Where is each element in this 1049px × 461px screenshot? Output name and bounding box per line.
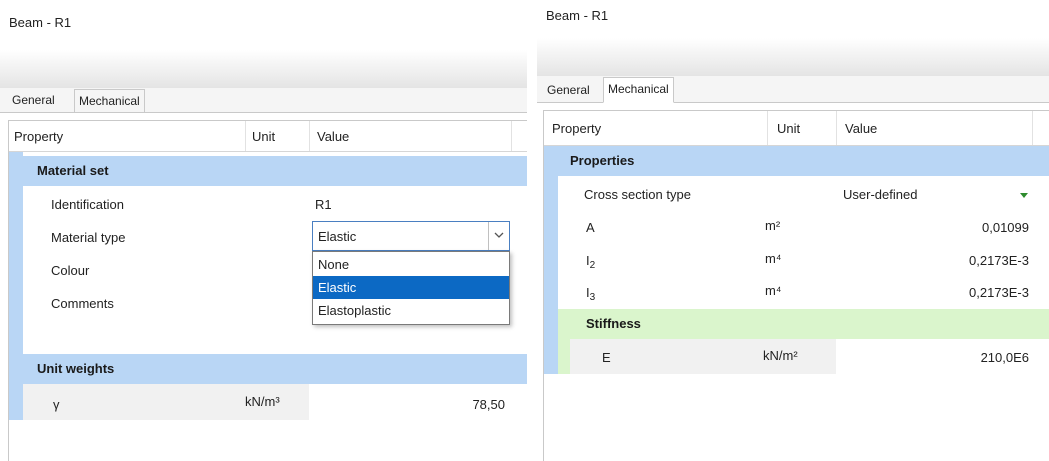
row-E-value[interactable]: 210,0E6 bbox=[836, 350, 1029, 365]
row-I2-value[interactable]: 0,2173E-3 bbox=[836, 253, 1029, 268]
material-type-selected: Elastic bbox=[318, 229, 357, 244]
left-col-sep-1 bbox=[245, 121, 246, 151]
combo-arrow-button[interactable] bbox=[488, 222, 509, 250]
row-cross-section-value[interactable]: User-defined bbox=[843, 187, 917, 202]
left-tab-general-label: General bbox=[12, 93, 55, 107]
row-A-unit: m² bbox=[765, 218, 781, 233]
right-col-property[interactable]: Property bbox=[552, 121, 601, 136]
section-stiffness: Stiffness bbox=[570, 309, 1049, 339]
left-window-title: Beam - R1 bbox=[9, 15, 72, 30]
left-tab-mechanical[interactable]: Mechanical bbox=[74, 89, 145, 113]
right-col-sep-3 bbox=[1032, 111, 1033, 145]
right-column-header: Property Unit Value bbox=[544, 111, 1049, 146]
left-col-value[interactable]: Value bbox=[317, 129, 349, 144]
section-material-set-label: Material set bbox=[37, 163, 109, 178]
right-tab-general[interactable]: General bbox=[543, 79, 594, 101]
right-header-band bbox=[537, 38, 1049, 76]
caret-down-icon[interactable] bbox=[1019, 192, 1029, 199]
row-cross-section-label: Cross section type bbox=[584, 187, 691, 202]
left-titlebar: Beam - R1 bbox=[0, 0, 527, 50]
row-gamma-value[interactable]: 78,50 bbox=[309, 397, 505, 412]
section-stiffness-label: Stiffness bbox=[586, 316, 641, 331]
row-comments-label: Comments bbox=[51, 296, 114, 311]
left-tab-mechanical-label: Mechanical bbox=[79, 94, 140, 108]
row-I3-subscript: 3 bbox=[589, 292, 596, 303]
option-elastic[interactable]: Elastic bbox=[313, 276, 509, 299]
left-panel: Beam - R1 General Mechanical Property Un… bbox=[0, 0, 527, 461]
right-tab-mechanical[interactable]: Mechanical bbox=[603, 77, 674, 103]
row-E-label: E bbox=[602, 350, 611, 365]
left-header-band bbox=[0, 50, 527, 88]
row-I2-unit: m⁴ bbox=[765, 251, 782, 266]
row-identification-label: Identification bbox=[51, 197, 124, 212]
row-gamma-unit: kN/m³ bbox=[245, 394, 280, 409]
row-identification-value[interactable]: R1 bbox=[315, 197, 332, 212]
row-I3-unit: m⁴ bbox=[765, 283, 782, 298]
left-tab-general[interactable]: General bbox=[8, 89, 59, 111]
section-unit-weights-label: Unit weights bbox=[37, 361, 115, 376]
right-col-sep-2 bbox=[836, 111, 837, 145]
row-colour-label: Colour bbox=[51, 263, 90, 278]
left-property-grid: Property Unit Value Material set Identif… bbox=[8, 120, 527, 461]
option-none[interactable]: None bbox=[313, 253, 509, 276]
row-gamma-label: γ bbox=[53, 397, 60, 412]
right-titlebar: Beam - R1 bbox=[537, 0, 1049, 38]
right-tab-mechanical-label: Mechanical bbox=[608, 82, 669, 96]
section-properties-label: Properties bbox=[570, 153, 635, 168]
right-window-title: Beam - R1 bbox=[546, 8, 609, 23]
right-col-unit[interactable]: Unit bbox=[777, 121, 800, 136]
row-I3-value[interactable]: 0,2173E-3 bbox=[836, 285, 1029, 300]
row-I3-label: I3 bbox=[586, 285, 595, 303]
left-tabstrip: General Mechanical bbox=[0, 88, 527, 113]
row-I2-subscript: 2 bbox=[589, 260, 596, 271]
left-col-property[interactable]: Property bbox=[14, 129, 63, 144]
left-column-header: Property Unit Value bbox=[9, 121, 527, 152]
row-A-label: A bbox=[586, 220, 595, 235]
stiffness-subsection-bar bbox=[558, 309, 570, 374]
left-col-sep-3 bbox=[511, 121, 512, 151]
section-properties: Properties bbox=[558, 146, 1049, 176]
material-type-dropdown-list: None Elastic Elastoplastic bbox=[312, 251, 510, 325]
left-col-sep-2 bbox=[309, 121, 310, 151]
right-property-grid: Property Unit Value Properties Cross sec… bbox=[543, 110, 1049, 461]
chevron-down-icon bbox=[494, 232, 504, 238]
section-unit-weights: Unit weights bbox=[23, 354, 527, 384]
right-panel: Beam - R1 General Mechanical Property Un… bbox=[537, 0, 1049, 461]
row-I2-label: I2 bbox=[586, 253, 595, 271]
left-col-unit[interactable]: Unit bbox=[252, 129, 275, 144]
row-E-unit: kN/m² bbox=[763, 348, 798, 363]
option-elastoplastic[interactable]: Elastoplastic bbox=[313, 299, 509, 322]
section-material-set: Material set bbox=[23, 156, 527, 186]
row-A-value[interactable]: 0,01099 bbox=[836, 220, 1029, 235]
row-material-type-label: Material type bbox=[51, 230, 126, 245]
left-section-bar bbox=[9, 152, 23, 420]
right-col-value[interactable]: Value bbox=[845, 121, 877, 136]
right-section-bar bbox=[544, 146, 558, 374]
right-col-sep-1 bbox=[767, 111, 768, 145]
material-type-combobox[interactable]: Elastic bbox=[312, 221, 510, 251]
right-tabstrip: General Mechanical bbox=[537, 76, 1049, 103]
right-tab-general-label: General bbox=[547, 83, 590, 97]
